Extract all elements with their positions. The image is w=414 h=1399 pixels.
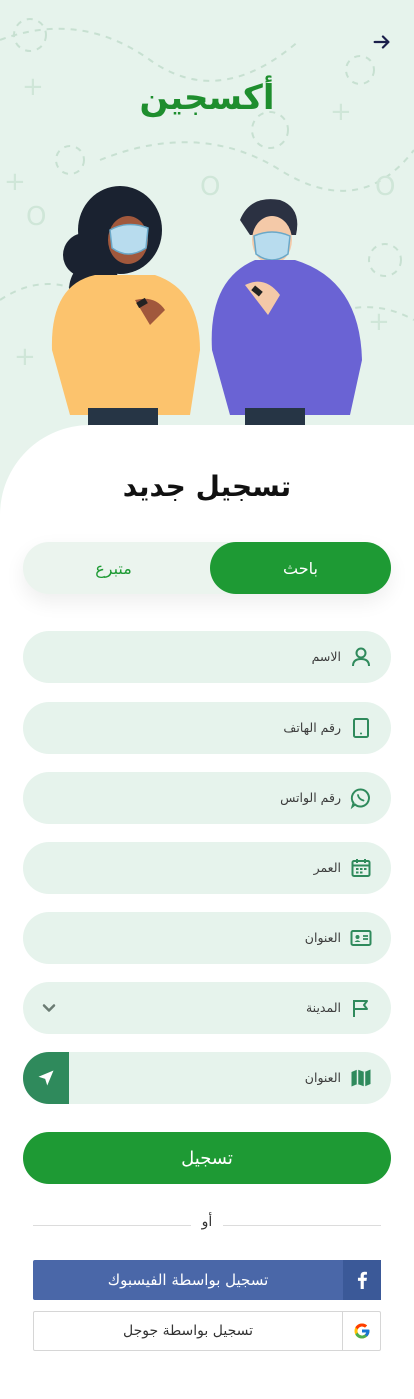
city-placeholder: المدينة <box>305 1000 341 1015</box>
phone-field[interactable]: رقم الهاتف <box>23 702 391 754</box>
whatsapp-placeholder: رقم الواتس <box>280 790 341 805</box>
whatsapp-icon <box>350 788 370 810</box>
locate-button[interactable] <box>23 1052 69 1104</box>
calendar-icon <box>351 859 371 877</box>
user-icon <box>352 647 370 667</box>
role-toggle: متبرع باحث <box>23 542 391 594</box>
register-button[interactable]: تسجيل <box>23 1132 391 1184</box>
age-field[interactable]: العمر <box>23 842 391 894</box>
svg-text:+: + <box>4 167 26 197</box>
seeker-tab[interactable]: باحث <box>210 542 391 594</box>
navigation-arrow-icon <box>38 1070 54 1086</box>
or-label: أو <box>201 1214 213 1230</box>
city-select[interactable]: المدينة <box>23 982 391 1034</box>
svg-text:+: + <box>2 435 24 440</box>
map-icon <box>351 1069 371 1087</box>
whatsapp-field[interactable]: رقم الواتس <box>23 772 391 824</box>
google-signup-label: تسجيل بواسطة جوجل <box>122 1323 254 1339</box>
phone-icon <box>353 718 369 738</box>
chevron-down-icon[interactable] <box>39 998 59 1018</box>
location-field[interactable]: العنوان <box>23 1052 391 1104</box>
facebook-signup-label: تسجيل بواسطة الفيسبوك <box>107 1271 269 1289</box>
app-title: أكسجين <box>139 78 275 118</box>
or-divider: أو <box>33 1214 381 1234</box>
name-placeholder: الاسم <box>311 649 341 664</box>
id-card-icon <box>350 930 372 946</box>
form-title: تسجيل جديد <box>122 470 292 503</box>
hero-banner: + + + + + + O O O أكسجين <box>0 0 414 440</box>
svg-text:+: + <box>14 342 36 372</box>
address-placeholder: العنوان <box>304 930 341 945</box>
facebook-icon <box>343 1260 381 1300</box>
google-icon <box>342 1312 380 1350</box>
location-placeholder: العنوان <box>304 1070 341 1085</box>
name-field[interactable]: الاسم <box>23 631 391 683</box>
flag-icon <box>353 1000 368 1017</box>
age-placeholder: العمر <box>313 860 341 875</box>
back-arrow-icon[interactable] <box>368 28 396 56</box>
phone-placeholder: رقم الهاتف <box>283 720 341 735</box>
donor-tab[interactable]: متبرع <box>23 542 204 594</box>
divider-line-right <box>223 1225 381 1226</box>
address-field[interactable]: العنوان <box>23 912 391 964</box>
people-with-masks-illustration <box>51 186 362 430</box>
google-signup-button[interactable]: تسجيل بواسطة جوجل <box>33 1311 381 1351</box>
facebook-signup-button[interactable]: تسجيل بواسطة الفيسبوك <box>33 1260 381 1300</box>
